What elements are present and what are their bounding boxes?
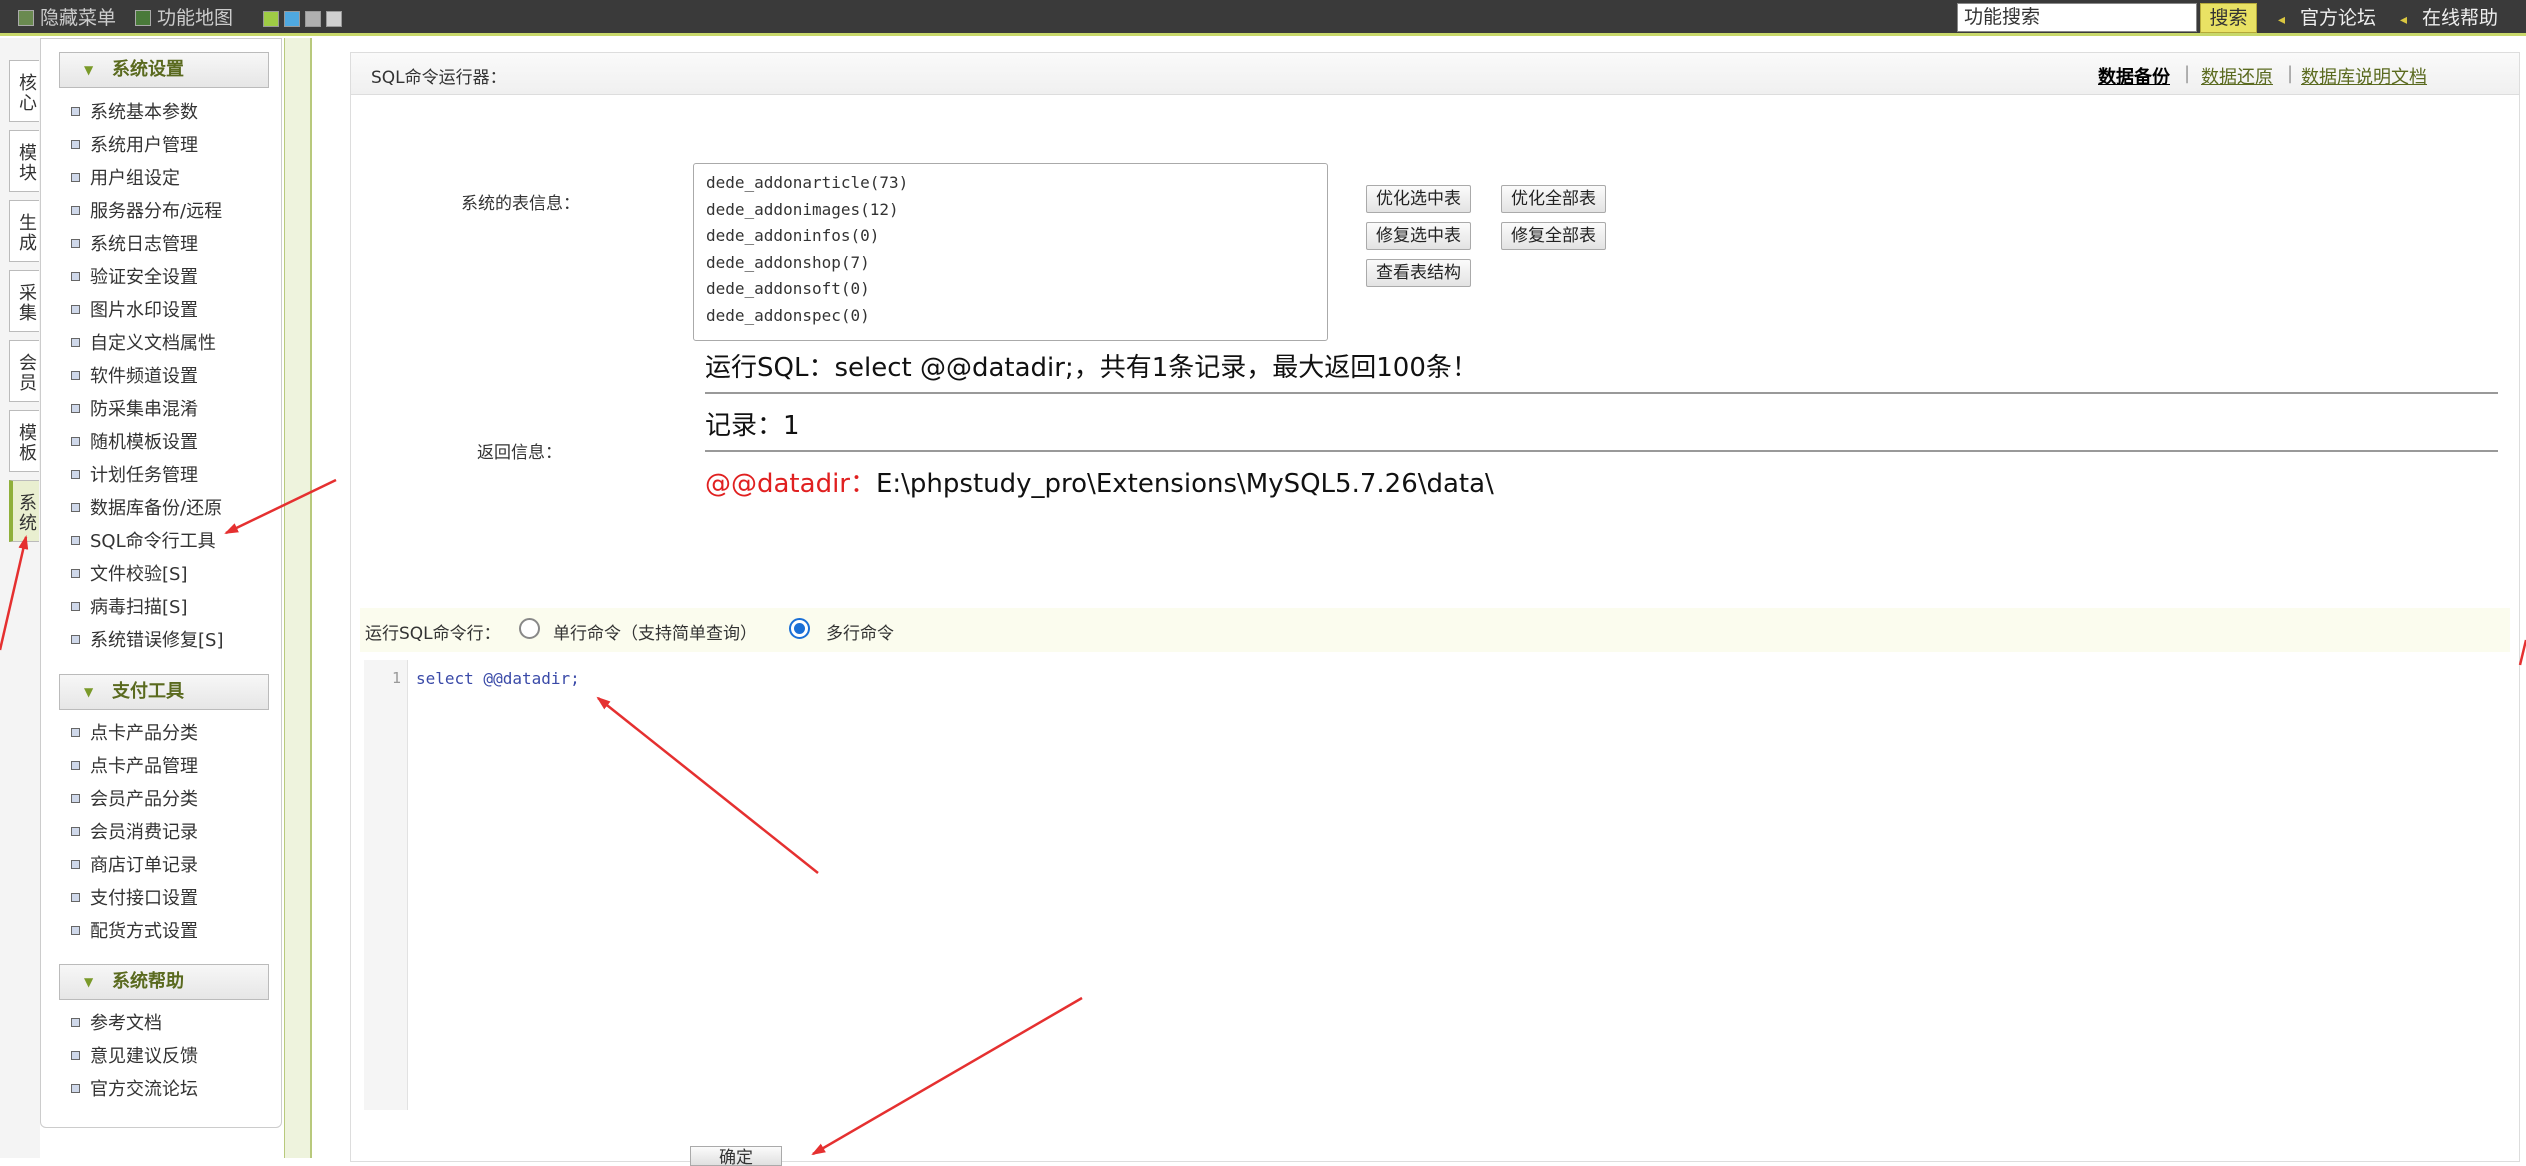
arrow-to-submit xyxy=(811,996,1083,1156)
arrow-edge xyxy=(2518,639,2526,666)
annotation-arrows xyxy=(0,478,2526,1156)
arrow-to-system-tab xyxy=(0,535,29,651)
arrow-to-sql-tool xyxy=(224,478,337,535)
arrow-to-editor xyxy=(596,696,819,874)
